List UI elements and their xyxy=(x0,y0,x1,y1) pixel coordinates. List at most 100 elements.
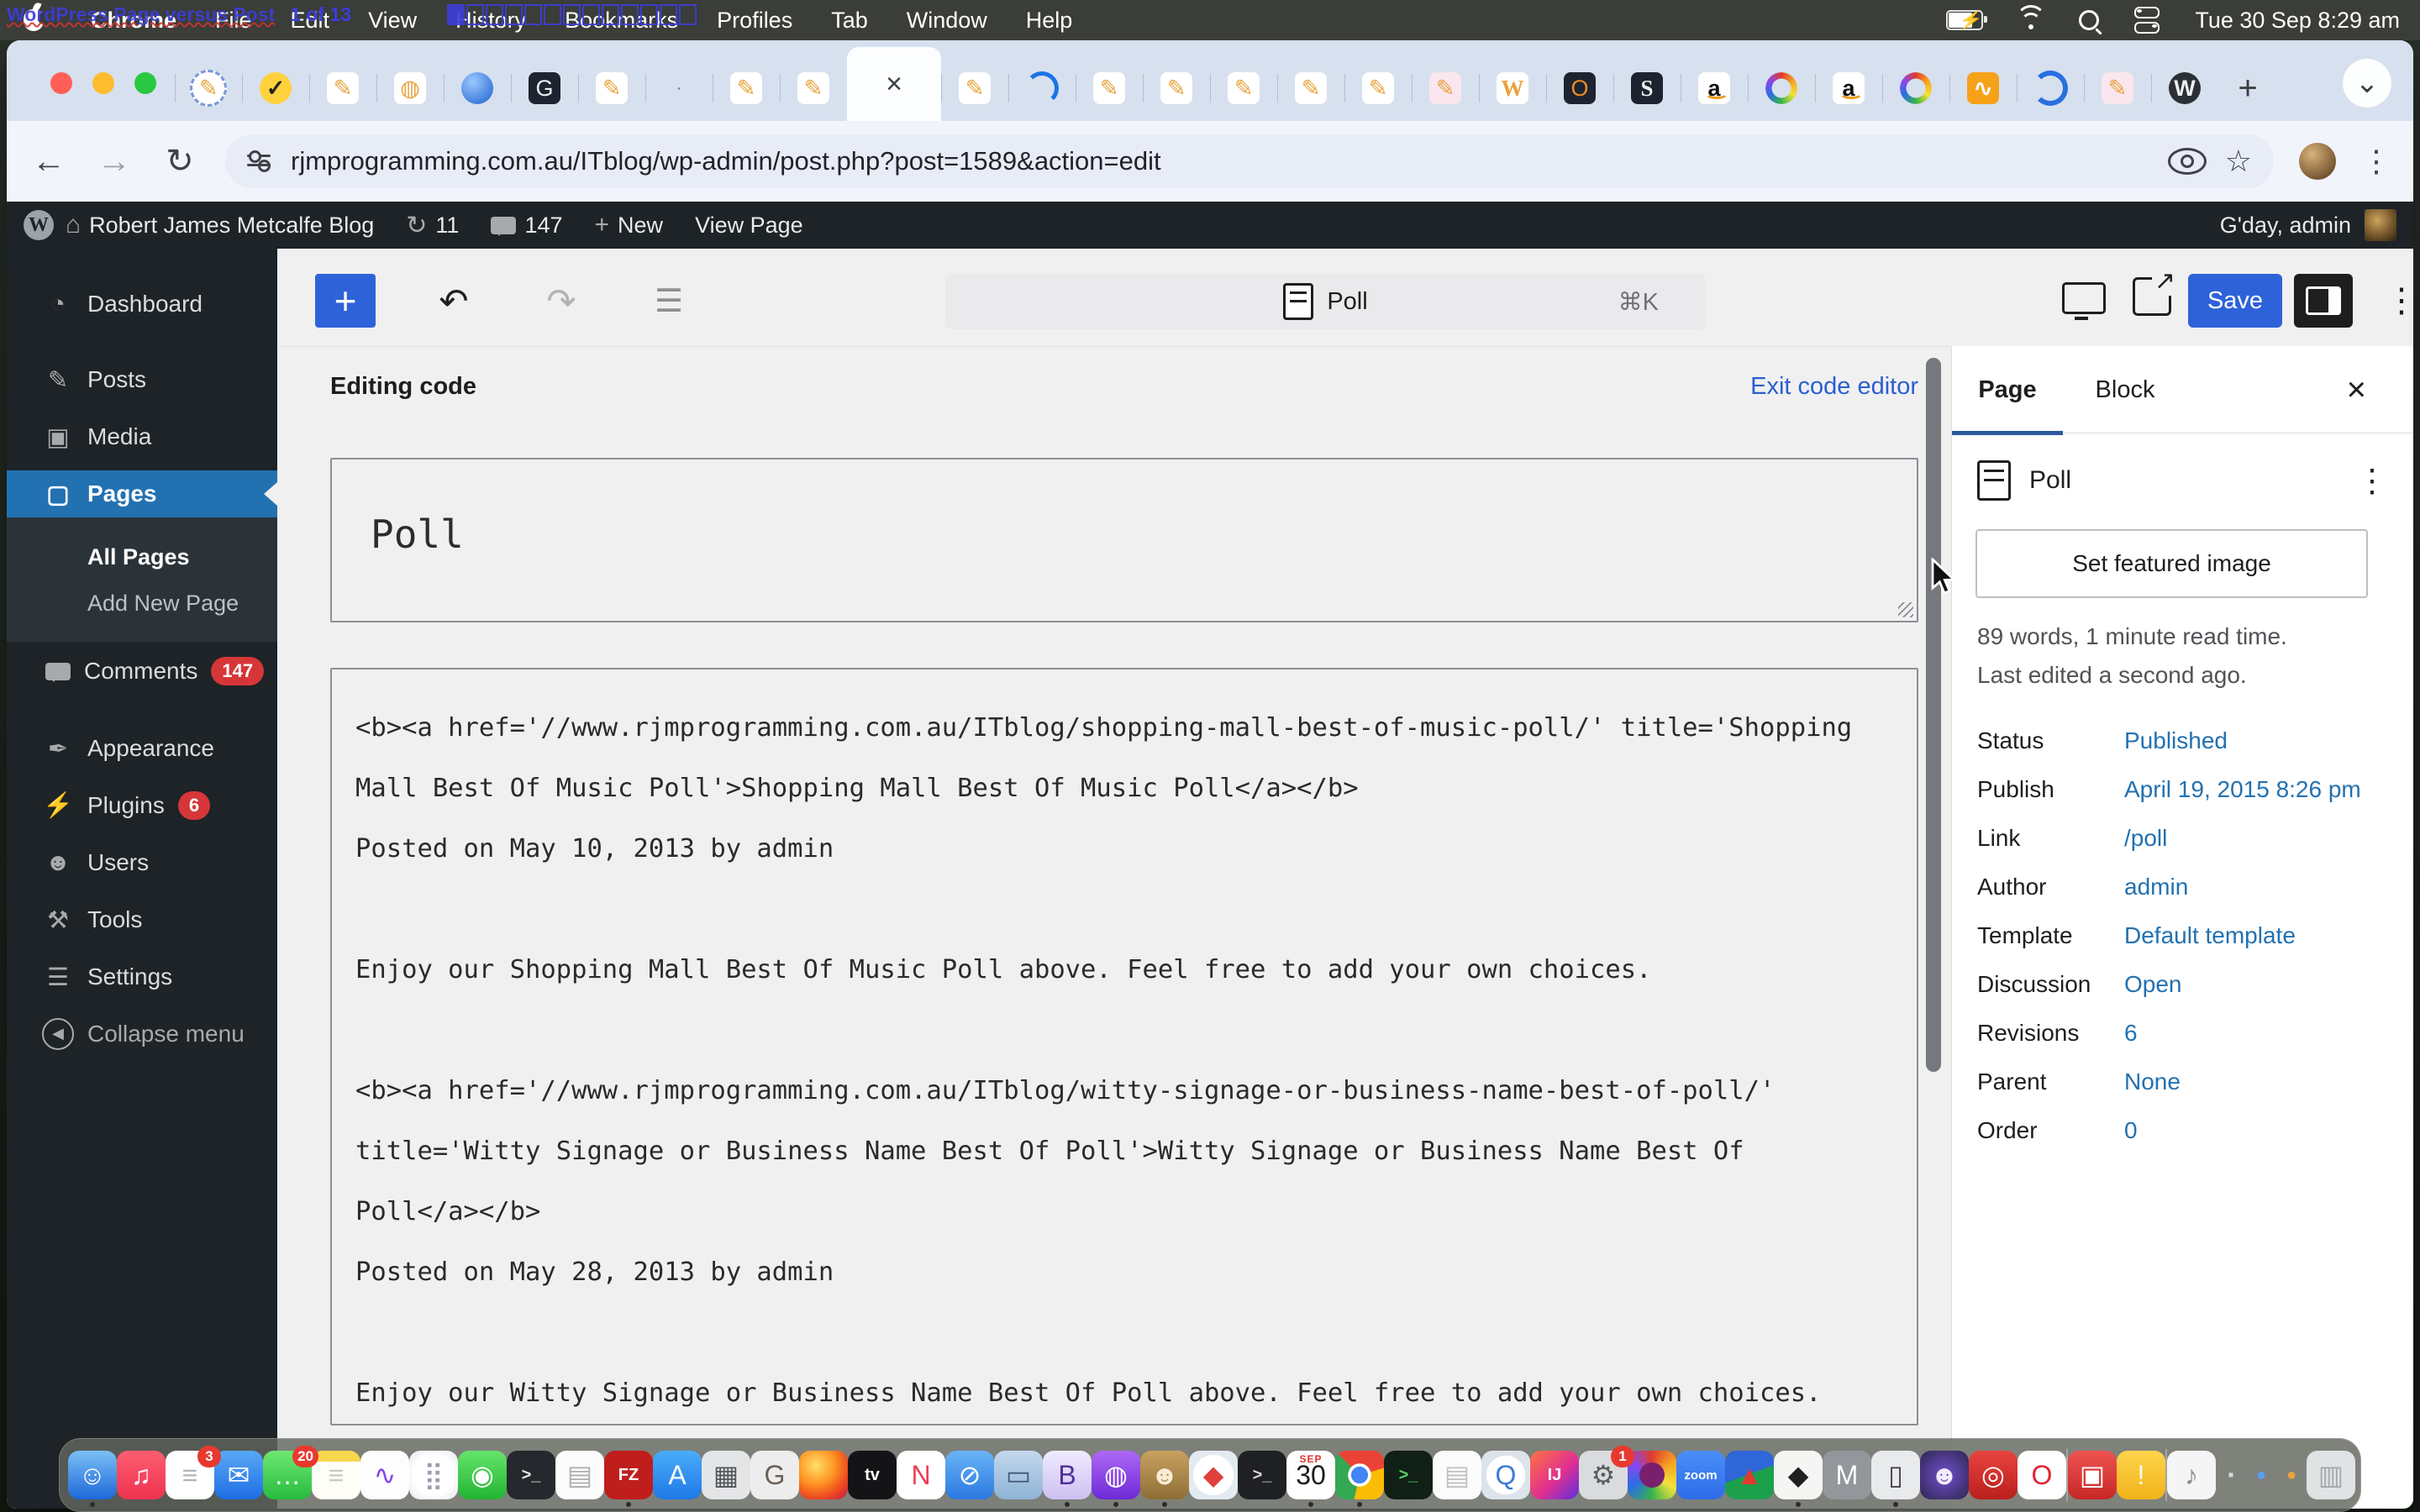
zoom-window-button[interactable] xyxy=(134,72,156,94)
dock-mini-window-1[interactable]: ▪ xyxy=(2216,1460,2246,1490)
tab-pencil-pink[interactable]: ✎ xyxy=(2084,55,2151,121)
tab-wiki[interactable]: W xyxy=(1479,55,1546,121)
tab-block[interactable]: Block xyxy=(2075,346,2175,433)
dock-document[interactable]: ▤ xyxy=(1433,1451,1481,1499)
submenu-item-all-pages[interactable]: All Pages xyxy=(7,534,277,580)
site-settings-icon[interactable] xyxy=(247,150,272,172)
tab-wpdark[interactable]: W xyxy=(2151,55,2218,121)
menu-profiles[interactable]: Profiles xyxy=(717,8,792,34)
back-button[interactable]: ← xyxy=(29,143,69,181)
close-window-button[interactable] xyxy=(50,72,72,94)
dock-news[interactable]: N xyxy=(897,1451,945,1499)
profile-avatar[interactable] xyxy=(2299,143,2336,180)
dock-app-store[interactable]: A xyxy=(653,1451,702,1499)
dock-reminders[interactable]: 3 ≡ xyxy=(166,1446,221,1499)
dock-apple-tv[interactable]: tv xyxy=(848,1451,897,1499)
tab-sphere[interactable] xyxy=(444,55,511,121)
dock-finder[interactable]: ☺ xyxy=(68,1451,117,1507)
sidebar-item-plugins[interactable]: ⚡ Plugins 6 xyxy=(7,782,277,829)
submenu-item-add-new-page[interactable]: Add New Page xyxy=(7,580,277,627)
dock-textedit[interactable]: ▤ xyxy=(555,1451,604,1499)
dock-messages[interactable]: 20… xyxy=(263,1446,318,1499)
dock-safari[interactable]: ◆ xyxy=(1189,1451,1238,1499)
field-value-link[interactable]: 6 xyxy=(2124,1020,2138,1047)
save-button[interactable]: Save xyxy=(2188,274,2282,328)
settings-sidebar-toggle[interactable] xyxy=(2294,274,2353,328)
dock-chrome[interactable] xyxy=(1335,1451,1384,1507)
sidebar-item-collapse[interactable]: ◀ Collapse menu xyxy=(7,1011,277,1058)
menu-bar-clock[interactable]: Tue 30 Sep 8:29 am xyxy=(2195,8,2400,34)
sidebar-item-media[interactable]: ▣ Media xyxy=(7,413,277,460)
dock-intellij[interactable]: IJ xyxy=(1530,1451,1579,1499)
tab-check[interactable]: ✓ xyxy=(242,55,309,121)
content-scrollbar[interactable] xyxy=(1926,358,1941,1072)
tab-pencil-dashed[interactable]: ✎ xyxy=(175,55,242,121)
tab-amazon[interactable]: a xyxy=(1681,55,1748,121)
dock-terminal-2[interactable]: >_ xyxy=(1238,1451,1286,1499)
dock-trash[interactable]: ▥ xyxy=(2307,1451,2355,1499)
new-tab-button[interactable]: + xyxy=(2218,55,2277,121)
dock-bbedit[interactable]: B xyxy=(1043,1451,1092,1507)
menu-tab[interactable]: Tab xyxy=(831,8,868,34)
view-page-external-icon[interactable] xyxy=(2133,266,2175,316)
dock-panda-app[interactable]: ☻ xyxy=(1920,1451,1969,1499)
dock-opera[interactable]: O xyxy=(2018,1451,2066,1499)
dock-calendar[interactable]: SEP 30 xyxy=(1286,1451,1335,1507)
field-value-link[interactable]: Default template xyxy=(2124,922,2296,949)
dock-firefox[interactable] xyxy=(799,1451,848,1499)
tab-s[interactable]: S xyxy=(1613,55,1681,121)
dock-terminal-3[interactable]: >_ xyxy=(1384,1451,1433,1499)
tab-amazon[interactable]: a xyxy=(1815,55,1882,121)
dock-window-thumbnail[interactable]: ▭ xyxy=(994,1451,1043,1499)
dock-filezilla[interactable]: FZ xyxy=(604,1451,653,1507)
tab-arc-big[interactable] xyxy=(2017,55,2084,121)
dock-terminal[interactable]: >_ xyxy=(507,1451,555,1499)
dock-podcasts[interactable]: ◍ xyxy=(1092,1451,1140,1507)
sidebar-item-users[interactable]: ☻ Users xyxy=(7,839,277,886)
dock-music[interactable]: ♫ xyxy=(117,1451,166,1499)
dock-launchpad[interactable]: ⣿ xyxy=(409,1451,458,1499)
field-value-link[interactable]: 0 xyxy=(2124,1117,2138,1144)
tab-pencil[interactable]: ✎ xyxy=(941,55,1008,121)
field-value-link[interactable]: Open xyxy=(2124,971,2182,998)
bookmark-star-icon[interactable]: ☆ xyxy=(2225,146,2252,176)
sidebar-item-comments[interactable]: Comments 147 xyxy=(7,648,277,695)
wordpress-logo-icon[interactable]: W xyxy=(24,210,54,240)
field-value-link[interactable]: April 19, 2015 8:26 pm xyxy=(2124,776,2361,803)
dock-notes[interactable]: ≡ xyxy=(312,1451,360,1499)
tab-active[interactable]: × xyxy=(847,47,941,121)
tab-g[interactable]: G xyxy=(511,55,578,121)
tab-pencil[interactable]: ✎ xyxy=(1076,55,1143,121)
control-center-icon[interactable] xyxy=(2134,7,2160,34)
dock-iphone-mirroring[interactable]: ▯ xyxy=(1871,1451,1920,1507)
post-title-textarea[interactable]: Poll xyxy=(330,458,1918,622)
set-featured-image-button[interactable]: Set featured image xyxy=(1975,529,2368,598)
tab-ring[interactable] xyxy=(1748,55,1815,121)
resize-handle[interactable] xyxy=(1898,602,1913,617)
dock-freeform[interactable]: ∿ xyxy=(360,1451,409,1499)
tab-pencil[interactable]: ✎ xyxy=(578,55,645,121)
dock-mail[interactable]: ✉ xyxy=(214,1451,263,1499)
dock-facetime[interactable]: ◉ xyxy=(458,1451,507,1499)
tab-pencil-pink[interactable]: ✎ xyxy=(1412,55,1479,121)
tab-ring[interactable] xyxy=(1882,55,1949,121)
dock-white-shape-app[interactable]: M xyxy=(1823,1451,1871,1499)
tab-pencil[interactable]: ✎ xyxy=(1143,55,1210,121)
admin-greeting[interactable]: G'day, admin xyxy=(2220,213,2351,239)
dock-lightbulb-app[interactable]: ! xyxy=(2117,1451,2165,1499)
editor-options-icon[interactable]: ⋮ xyxy=(2375,274,2413,328)
reading-mode-icon[interactable] xyxy=(2167,148,2207,175)
forward-button[interactable]: → xyxy=(94,143,134,181)
tab-pencil[interactable]: ✎ xyxy=(713,55,780,121)
minimize-window-button[interactable] xyxy=(92,72,114,94)
block-inserter-button[interactable]: + xyxy=(315,274,376,328)
dock-system-settings[interactable]: 1 ⚙ xyxy=(1579,1446,1634,1499)
new-content-link[interactable]: + New xyxy=(595,211,664,239)
dock-roulette-app[interactable]: ◎ xyxy=(1969,1451,2018,1499)
field-value-link[interactable]: admin xyxy=(2124,874,2188,900)
reload-button[interactable]: ↻ xyxy=(160,142,200,181)
panel-options-icon[interactable]: ⋮ xyxy=(2356,462,2388,500)
tab-o[interactable]: O xyxy=(1546,55,1613,121)
dock-inkscape[interactable]: ◆ xyxy=(1774,1451,1823,1507)
field-value-link[interactable]: None xyxy=(2124,1068,2181,1095)
